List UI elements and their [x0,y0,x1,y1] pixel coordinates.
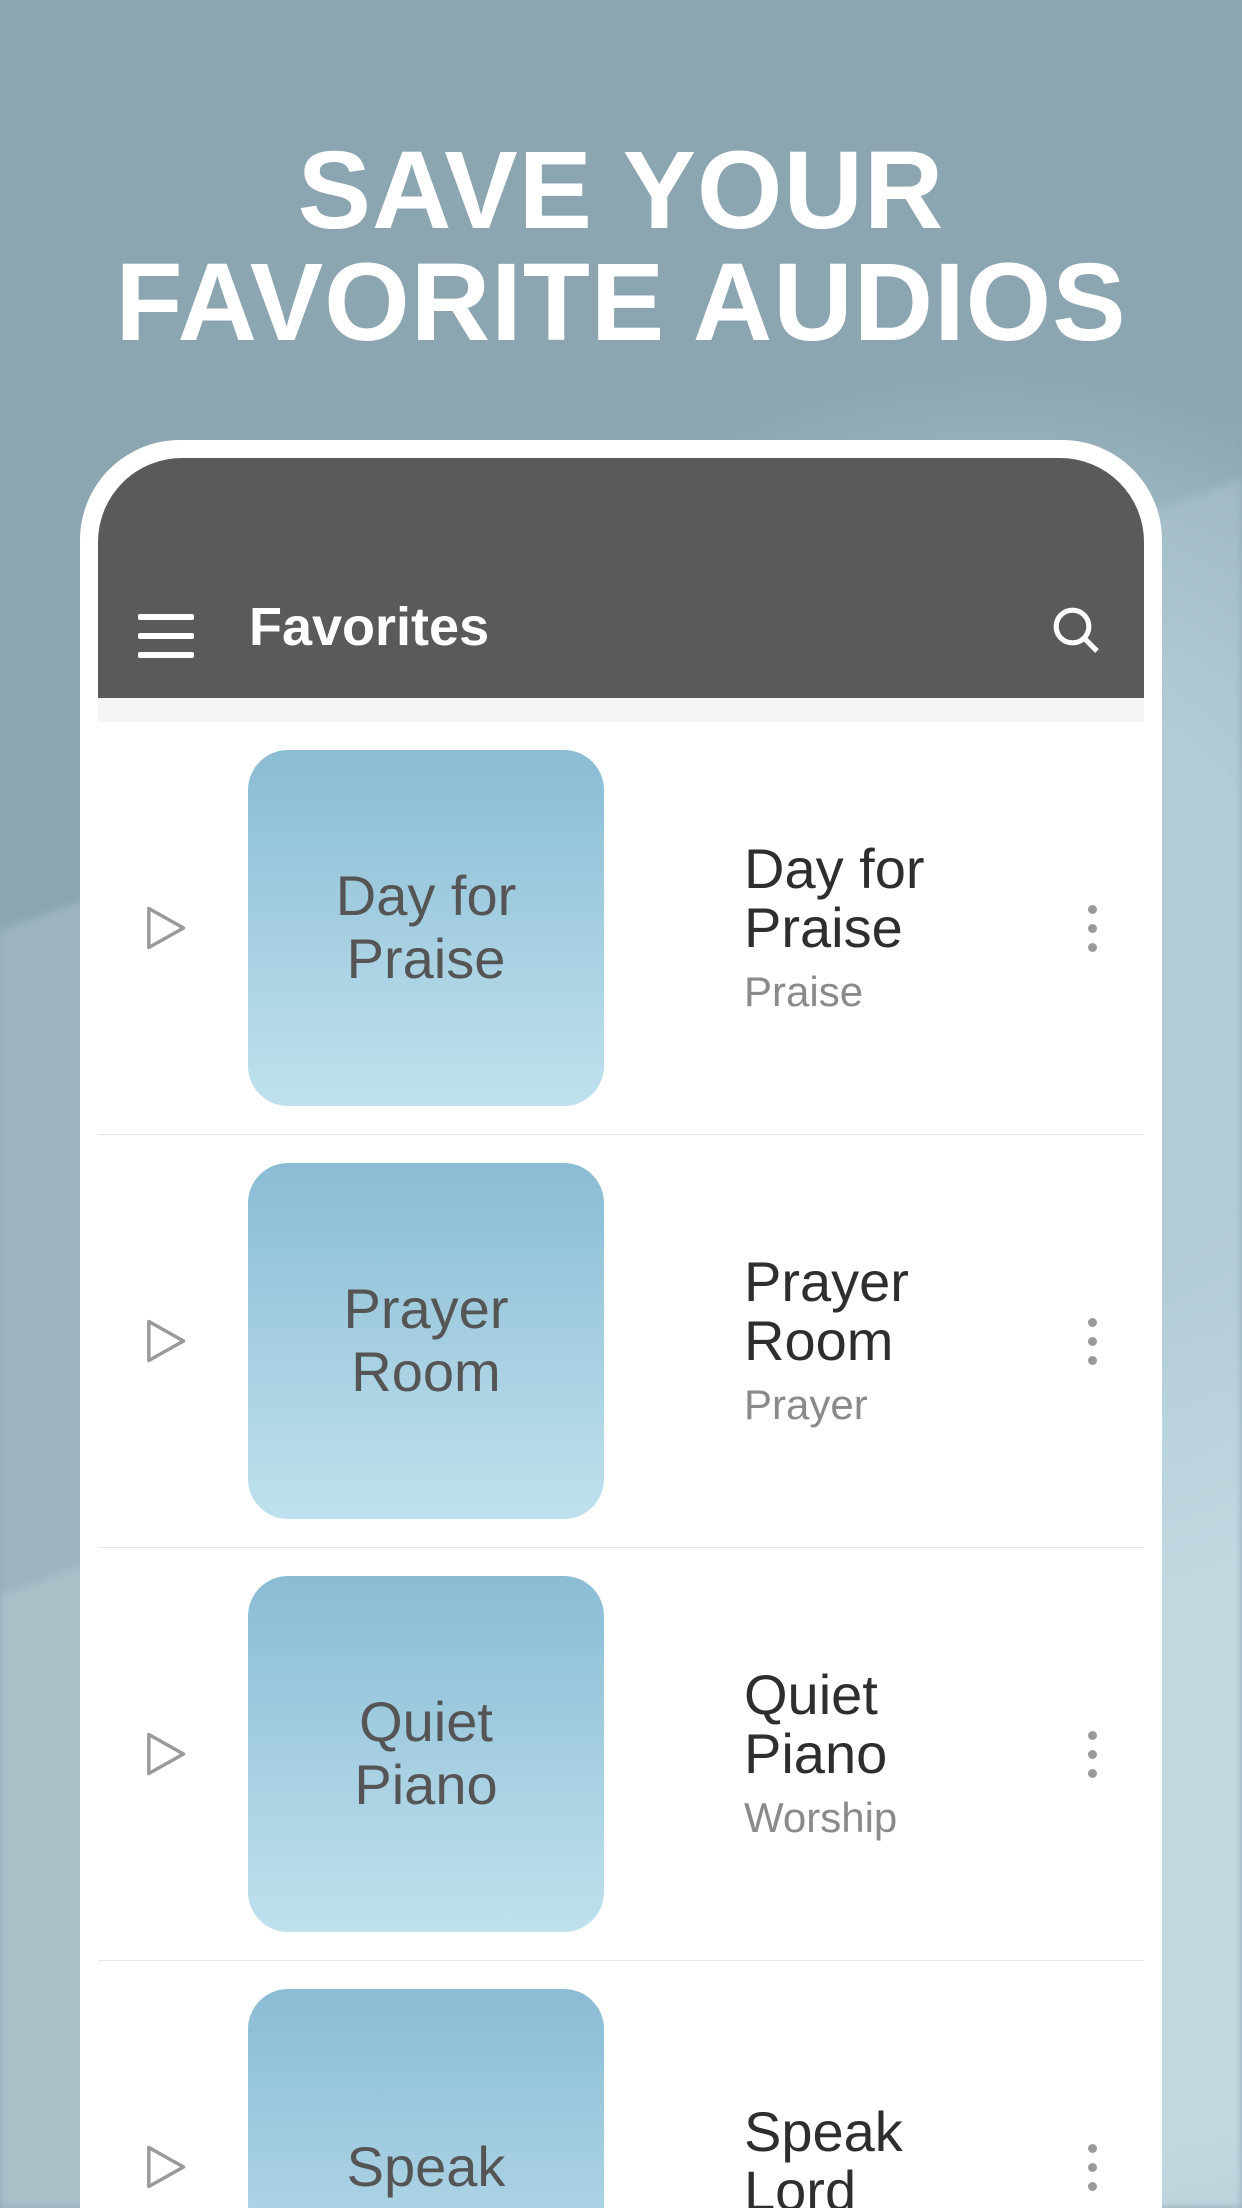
more-vert-icon[interactable] [1070,905,1114,952]
list-item[interactable]: Speak Speak Lord [98,1961,1144,2208]
thumb-text-line-1: Speak [347,2135,506,2198]
app-bar: Favorites [98,458,1144,698]
play-icon[interactable] [138,902,190,954]
track-meta: Day for Praise Praise [744,840,1030,1016]
track-title: Day for Praise [744,840,1030,958]
search-icon[interactable] [1048,602,1104,658]
track-title: Speak Lord [744,2103,1030,2208]
more-vert-icon[interactable] [1070,2144,1114,2191]
play-icon[interactable] [138,1315,190,1367]
track-meta: Quiet Piano Worship [744,1666,1030,1842]
thumb-text-line-2: Room [351,1340,500,1403]
favorites-list: Day for Praise Day for Praise Praise [98,722,1144,2208]
app-bar-title: Favorites [249,596,993,658]
thumb-text-line-1: Quiet [359,1690,493,1753]
play-icon[interactable] [138,1728,190,1780]
track-subtitle: Prayer [744,1381,1030,1429]
track-thumbnail: Prayer Room [248,1163,604,1519]
thumb-text-line-1: Prayer [344,1277,509,1340]
track-meta: Prayer Room Prayer [744,1253,1030,1429]
track-thumbnail: Day for Praise [248,750,604,1106]
track-title: Quiet Piano [744,1666,1030,1784]
hamburger-menu-icon[interactable] [138,614,194,658]
more-vert-icon[interactable] [1070,1731,1114,1778]
list-item[interactable]: Quiet Piano Quiet Piano Worship [98,1548,1144,1961]
phone-frame: Favorites Day for Praise [80,440,1162,2208]
track-thumbnail: Quiet Piano [248,1576,604,1932]
thumb-text-line-1: Day for [336,864,517,927]
list-item[interactable]: Day for Praise Day for Praise Praise [98,722,1144,1135]
more-vert-icon[interactable] [1070,1318,1114,1365]
promo-headline: SAVE YOUR FAVORITE AUDIOS [0,135,1242,359]
thumb-text-line-2: Piano [354,1753,497,1816]
track-meta: Speak Lord [744,2103,1030,2208]
headline-line-1: SAVE YOUR [298,129,945,252]
phone-screen: Favorites Day for Praise [98,458,1144,2208]
track-subtitle: Praise [744,968,1030,1016]
track-thumbnail: Speak [248,1989,604,2208]
track-subtitle: Worship [744,1794,1030,1842]
track-title: Prayer Room [744,1253,1030,1371]
headline-line-2: FAVORITE AUDIOS [115,241,1126,364]
thumb-text-line-2: Praise [347,927,506,990]
play-icon[interactable] [138,2141,190,2193]
list-item[interactable]: Prayer Room Prayer Room Prayer [98,1135,1144,1548]
